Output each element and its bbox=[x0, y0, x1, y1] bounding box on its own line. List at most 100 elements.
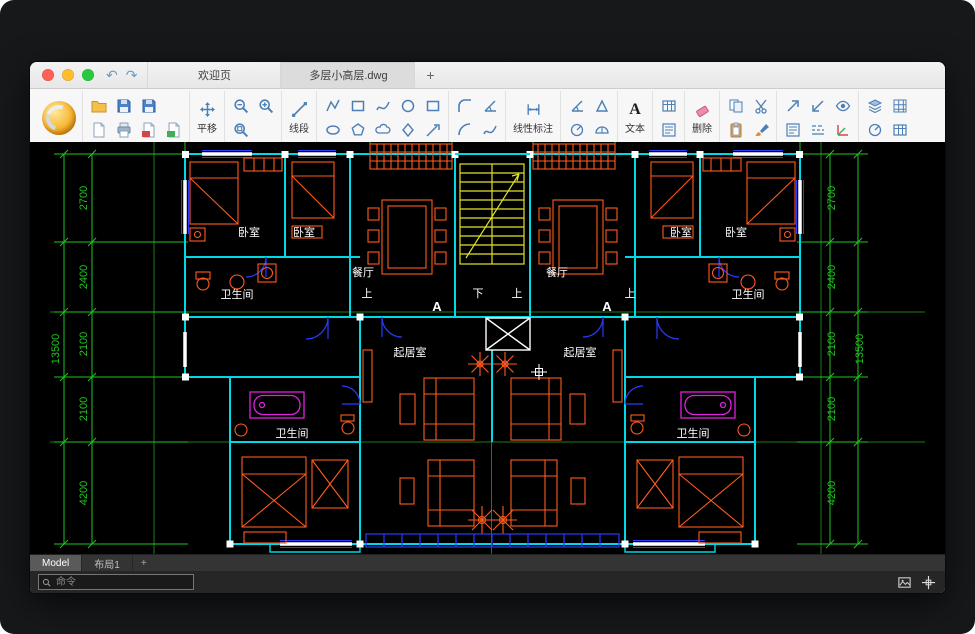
polygon-button[interactable] bbox=[345, 118, 370, 142]
linear-dimension-tool[interactable]: 线性标注 bbox=[506, 91, 561, 144]
room-label-bedroom: 卧室 bbox=[293, 225, 315, 239]
export-pdf-button[interactable] bbox=[136, 118, 161, 142]
grid-icon bbox=[892, 98, 908, 114]
zoom-in-button[interactable] bbox=[253, 94, 278, 118]
add-layout-button[interactable]: + bbox=[133, 555, 155, 571]
command-search-icon bbox=[42, 578, 51, 587]
grid-button[interactable] bbox=[887, 94, 912, 118]
protractor-button[interactable] bbox=[589, 118, 614, 142]
settings-button[interactable] bbox=[887, 118, 912, 142]
minimize-window-button[interactable] bbox=[62, 69, 74, 81]
angle-dimension-icon bbox=[569, 98, 585, 114]
file-group bbox=[83, 91, 190, 144]
save-as-button[interactable] bbox=[136, 94, 161, 118]
visibility-button[interactable] bbox=[830, 94, 855, 118]
format-painter-button[interactable] bbox=[748, 118, 773, 142]
text-tool[interactable]: A 文本 bbox=[618, 91, 653, 144]
layers-button[interactable] bbox=[862, 94, 887, 118]
zoom-window-button[interactable] bbox=[780, 94, 805, 118]
section-marker: A bbox=[602, 299, 612, 314]
hatch-icon bbox=[867, 122, 883, 138]
stair-label-up: 上 bbox=[625, 287, 636, 300]
ucs-icon bbox=[835, 122, 851, 138]
tab-layout1[interactable]: 布局1 bbox=[82, 555, 133, 571]
new-file-button[interactable] bbox=[86, 118, 111, 142]
properties-icon bbox=[785, 122, 801, 138]
hatch-button[interactable] bbox=[862, 118, 887, 142]
zoom-out-button[interactable] bbox=[228, 94, 253, 118]
tab-welcome[interactable]: 欢迎页 bbox=[147, 62, 281, 88]
undo-icon[interactable]: ↶ bbox=[106, 68, 118, 82]
app-logo-icon bbox=[42, 101, 76, 135]
room-label-bathroom: 卫生间 bbox=[276, 426, 309, 440]
angle-dimension-button[interactable] bbox=[564, 94, 589, 118]
curve-button[interactable] bbox=[477, 118, 502, 142]
zoom-extents-icon bbox=[233, 122, 249, 138]
copy-button[interactable] bbox=[723, 94, 748, 118]
cad-app-window: ↶ ↷ 欢迎页 多层小高层.dwg + bbox=[30, 62, 945, 593]
circle-button[interactable] bbox=[395, 94, 420, 118]
stair-label-up: 上 bbox=[362, 287, 373, 300]
command-input[interactable] bbox=[54, 576, 190, 589]
linear-dimension-label: 线性标注 bbox=[513, 120, 553, 135]
cut-button[interactable] bbox=[748, 94, 773, 118]
line-tool[interactable]: 线段 bbox=[282, 91, 317, 144]
tab-model[interactable]: Model bbox=[30, 555, 82, 571]
redo-icon[interactable]: ↷ bbox=[126, 68, 138, 82]
paste-button[interactable] bbox=[723, 118, 748, 142]
radius-dimension-button[interactable] bbox=[564, 118, 589, 142]
dim-left-5: 4200 bbox=[78, 481, 90, 505]
arc-button[interactable] bbox=[452, 118, 477, 142]
export-image-icon bbox=[166, 122, 182, 138]
tab-drawing[interactable]: 多层小高层.dwg bbox=[281, 62, 415, 88]
print-button[interactable] bbox=[111, 118, 136, 142]
zoom-extents-button[interactable] bbox=[228, 118, 253, 142]
settings-icon bbox=[892, 122, 908, 138]
ellipse-button[interactable] bbox=[320, 118, 345, 142]
delete-tool[interactable]: 删除 bbox=[685, 91, 720, 144]
maximize-window-button[interactable] bbox=[82, 69, 94, 81]
diamond-button[interactable] bbox=[395, 118, 420, 142]
zoom-out-icon bbox=[233, 98, 249, 114]
zoom-previous-button[interactable] bbox=[805, 94, 830, 118]
rectangle-button[interactable] bbox=[345, 94, 370, 118]
save-button[interactable] bbox=[111, 94, 136, 118]
cad-canvas[interactable]: 2700 2400 2100 2100 4200 13500 2700 2400… bbox=[30, 142, 945, 555]
chamfer-button[interactable] bbox=[477, 94, 502, 118]
zoom-in-icon bbox=[258, 98, 274, 114]
ray-button[interactable] bbox=[420, 118, 445, 142]
area-measure-icon bbox=[594, 98, 610, 114]
room-label-bathroom: 卫生间 bbox=[677, 426, 710, 440]
export-image-button[interactable] bbox=[161, 118, 186, 142]
zoom-previous-icon bbox=[810, 98, 826, 114]
revision-cloud-button[interactable] bbox=[370, 118, 395, 142]
fillet-button[interactable] bbox=[452, 94, 477, 118]
spline-button[interactable] bbox=[370, 94, 395, 118]
toolbar: 平移 线段 bbox=[30, 89, 945, 147]
dim-right-3: 2100 bbox=[826, 332, 838, 356]
pan-label: 平移 bbox=[197, 120, 217, 135]
linetype-button[interactable] bbox=[805, 118, 830, 142]
sheet-button[interactable] bbox=[656, 118, 681, 142]
pan-move-icon bbox=[199, 101, 216, 118]
room-label-dining: 餐厅 bbox=[546, 265, 568, 279]
snapshot-button[interactable] bbox=[895, 573, 913, 591]
dim-right-total: 13500 bbox=[854, 334, 866, 365]
line-icon bbox=[291, 101, 308, 118]
pan-tool[interactable]: 平移 bbox=[190, 91, 225, 144]
square-button[interactable] bbox=[420, 94, 445, 118]
crosshair-button[interactable] bbox=[919, 573, 937, 591]
ucs-button[interactable] bbox=[830, 118, 855, 142]
table-button[interactable] bbox=[656, 94, 681, 118]
spline-icon bbox=[375, 98, 391, 114]
open-button[interactable] bbox=[86, 94, 111, 118]
app-logo[interactable] bbox=[36, 91, 83, 144]
polyline-button[interactable] bbox=[320, 94, 345, 118]
close-window-button[interactable] bbox=[42, 69, 54, 81]
properties-button[interactable] bbox=[780, 118, 805, 142]
arc-icon bbox=[457, 122, 473, 138]
eraser-icon bbox=[694, 101, 711, 118]
new-tab-button[interactable]: + bbox=[415, 62, 445, 88]
area-measure-button[interactable] bbox=[589, 94, 614, 118]
room-label-bathroom: 卫生间 bbox=[221, 287, 254, 301]
